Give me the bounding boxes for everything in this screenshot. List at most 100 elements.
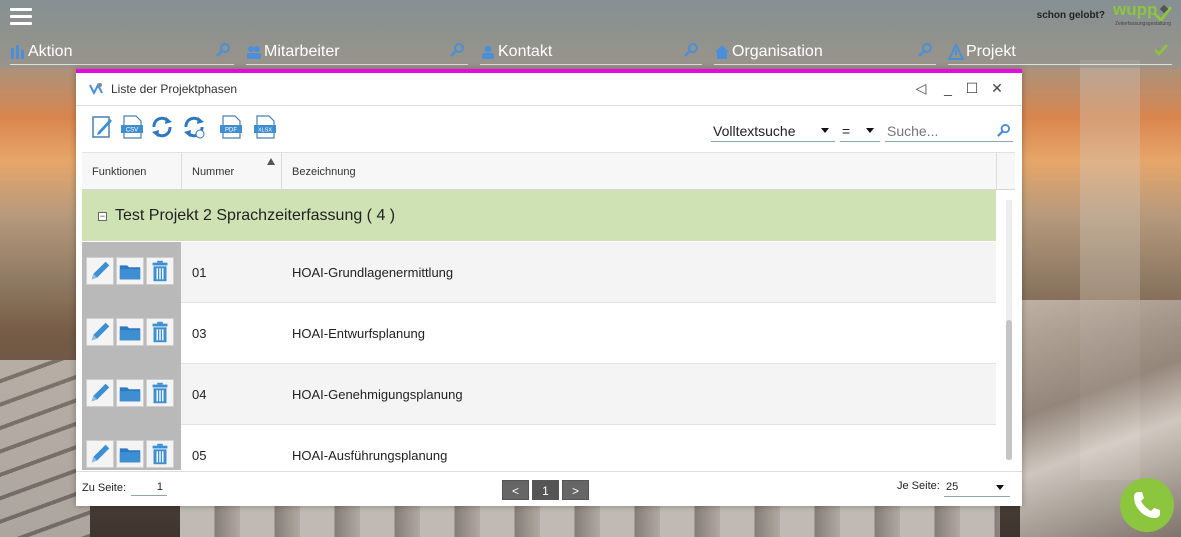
pdf-export-icon[interactable]: PDF — [219, 114, 243, 140]
app-logo-icon — [89, 82, 103, 96]
edit-new-icon[interactable] — [90, 114, 114, 140]
projektphasen-window: Liste der Projektphasen ◁ _ ☐ ✕ CSV PDF … — [76, 69, 1022, 506]
close-button[interactable]: ✕ — [989, 80, 1005, 96]
minimize-button[interactable]: _ — [940, 80, 956, 96]
phone-call-button[interactable] — [1120, 478, 1174, 532]
prev-page-button[interactable]: < — [502, 480, 529, 500]
cell-bezeichnung: HOAI-Entwurfsplanung — [292, 326, 425, 341]
checkmark-icon[interactable] — [1154, 43, 1168, 57]
search-icon[interactable] — [997, 124, 1010, 137]
row-functions — [82, 364, 181, 425]
logo-subtext: Zeiterfassungsgestaltung — [1115, 21, 1171, 27]
column-header-label: Nummer — [192, 166, 235, 178]
cell-nummer: 05 — [192, 448, 207, 463]
edit-pencil-icon[interactable] — [86, 318, 114, 346]
collapse-left-icon[interactable]: ◁ — [913, 80, 929, 96]
group-row[interactable]: − Test Projekt 2 Sprachzeiterfassung ( 4… — [82, 190, 996, 241]
phone-icon — [1134, 492, 1160, 518]
trash-icon[interactable] — [146, 379, 174, 407]
cell-nummer: 01 — [192, 265, 207, 280]
row-functions — [82, 242, 181, 303]
trash-icon[interactable] — [146, 440, 174, 468]
table-row[interactable]: 03 HOAI-Entwurfsplanung — [82, 303, 996, 364]
chevron-down-icon — [996, 485, 1004, 490]
per-page-label: Je Seite: — [897, 480, 940, 492]
nav-item-organisation[interactable]: Organisation — [714, 39, 936, 65]
contact-icon — [482, 45, 494, 59]
top-bar: schon gelobt? wupp Zeiterfassungsgestalt… — [0, 0, 1181, 34]
chevron-down-icon — [821, 128, 829, 133]
nav-label: Kontakt — [498, 42, 553, 60]
search-icon[interactable] — [918, 43, 932, 57]
folder-icon[interactable] — [116, 379, 144, 407]
hamburger-menu-icon[interactable] — [10, 8, 32, 26]
maximize-button[interactable]: ☐ — [964, 80, 980, 96]
folder-icon[interactable] — [116, 257, 144, 285]
column-header-bezeichnung[interactable]: Bezeichnung — [282, 153, 997, 190]
cell-nummer: 03 — [192, 326, 207, 341]
nav-bar: Aktion Mitarbeiter Kontakt Organisation … — [0, 34, 1181, 68]
sort-ascending-icon — [267, 158, 275, 165]
per-page-select[interactable]: 25 — [944, 478, 1010, 497]
grid-body: − Test Projekt 2 Sprachzeiterfassung ( 4… — [82, 190, 1015, 470]
pager-footer: Zu Seite: < 1 > Je Seite: 25 — [76, 471, 1022, 510]
group-label: Test Projekt 2 Sprachzeiterfassung ( 4 ) — [115, 207, 396, 224]
nav-label: Projekt — [966, 42, 1016, 60]
operator-select[interactable]: = — [840, 120, 880, 142]
window-titlebar[interactable]: Liste der Projektphasen ◁ _ ☐ ✕ — [76, 73, 1022, 106]
table-row[interactable]: 01 HOAI-Grundlagenermittlung — [82, 242, 996, 303]
svg-text:XLSX: XLSX — [258, 128, 272, 134]
search-icon[interactable] — [450, 43, 464, 57]
folder-icon[interactable] — [116, 440, 144, 468]
filter-mode-select[interactable]: Volltextsuche — [711, 120, 835, 142]
goto-page-label: Zu Seite: — [82, 482, 127, 494]
trash-icon[interactable] — [146, 257, 174, 285]
nav-item-mitarbeiter[interactable]: Mitarbeiter — [246, 39, 468, 65]
current-page-button[interactable]: 1 — [532, 480, 559, 500]
nav-item-projekt[interactable]: Projekt — [948, 39, 1172, 65]
search-icon[interactable] — [216, 43, 230, 57]
nav-item-aktion[interactable]: Aktion — [10, 39, 234, 65]
edit-pencil-icon[interactable] — [86, 379, 114, 407]
filter-mode-value: Volltextsuche — [713, 123, 796, 139]
table-row[interactable]: 04 HOAI-Genehmigungsplanung — [82, 364, 996, 425]
refresh-alt-icon[interactable] — [182, 114, 206, 140]
table-row[interactable]: 05 HOAI-Ausführungsplanung — [82, 425, 996, 470]
nav-label: Aktion — [28, 42, 73, 60]
search-icon[interactable] — [684, 43, 698, 57]
wupp-logo: wupp Zeiterfassungsgestaltung — [1113, 0, 1173, 28]
chevron-down-icon — [866, 128, 874, 133]
cell-bezeichnung: HOAI-Grundlagenermittlung — [292, 265, 454, 280]
edit-pencil-icon[interactable] — [86, 257, 114, 285]
search-input[interactable] — [885, 120, 1013, 142]
nav-label: Mitarbeiter — [264, 42, 340, 60]
edit-pencil-icon[interactable] — [86, 440, 114, 468]
per-page-value: 25 — [946, 481, 959, 493]
top-right-branding: schon gelobt? wupp Zeiterfassungsgestalt… — [1037, 0, 1173, 28]
grid-header: Funktionen Nummer Bezeichnung — [82, 152, 1015, 190]
house-icon — [715, 44, 729, 59]
project-triangle-icon — [948, 43, 964, 60]
vertical-scrollbar[interactable] — [1006, 200, 1012, 460]
next-page-button[interactable]: > — [562, 480, 589, 500]
window-title: Liste der Projektphasen — [111, 82, 238, 96]
trash-icon[interactable] — [146, 318, 174, 346]
nav-item-kontakt[interactable]: Kontakt — [480, 39, 702, 65]
row-functions — [82, 425, 181, 470]
xlsx-export-icon[interactable]: XLSX — [253, 114, 277, 140]
column-header-nummer[interactable]: Nummer — [182, 153, 282, 190]
cell-nummer: 04 — [192, 387, 207, 402]
refresh-icon[interactable] — [150, 114, 174, 140]
svg-text:PDF: PDF — [225, 128, 237, 134]
folder-icon[interactable] — [116, 318, 144, 346]
cell-bezeichnung: HOAI-Genehmigungsplanung — [292, 387, 463, 402]
collapse-group-icon[interactable]: − — [98, 212, 107, 221]
csv-export-icon[interactable]: CSV — [120, 114, 144, 140]
column-header-funktionen[interactable]: Funktionen — [82, 153, 182, 190]
chart-bars-icon — [11, 44, 24, 59]
goto-page-input[interactable] — [131, 478, 167, 496]
scrollbar-thumb[interactable] — [1006, 320, 1012, 460]
praise-link[interactable]: schon gelobt? — [1037, 10, 1105, 21]
cell-bezeichnung: HOAI-Ausführungsplanung — [292, 448, 448, 463]
nav-label: Organisation — [732, 42, 823, 60]
